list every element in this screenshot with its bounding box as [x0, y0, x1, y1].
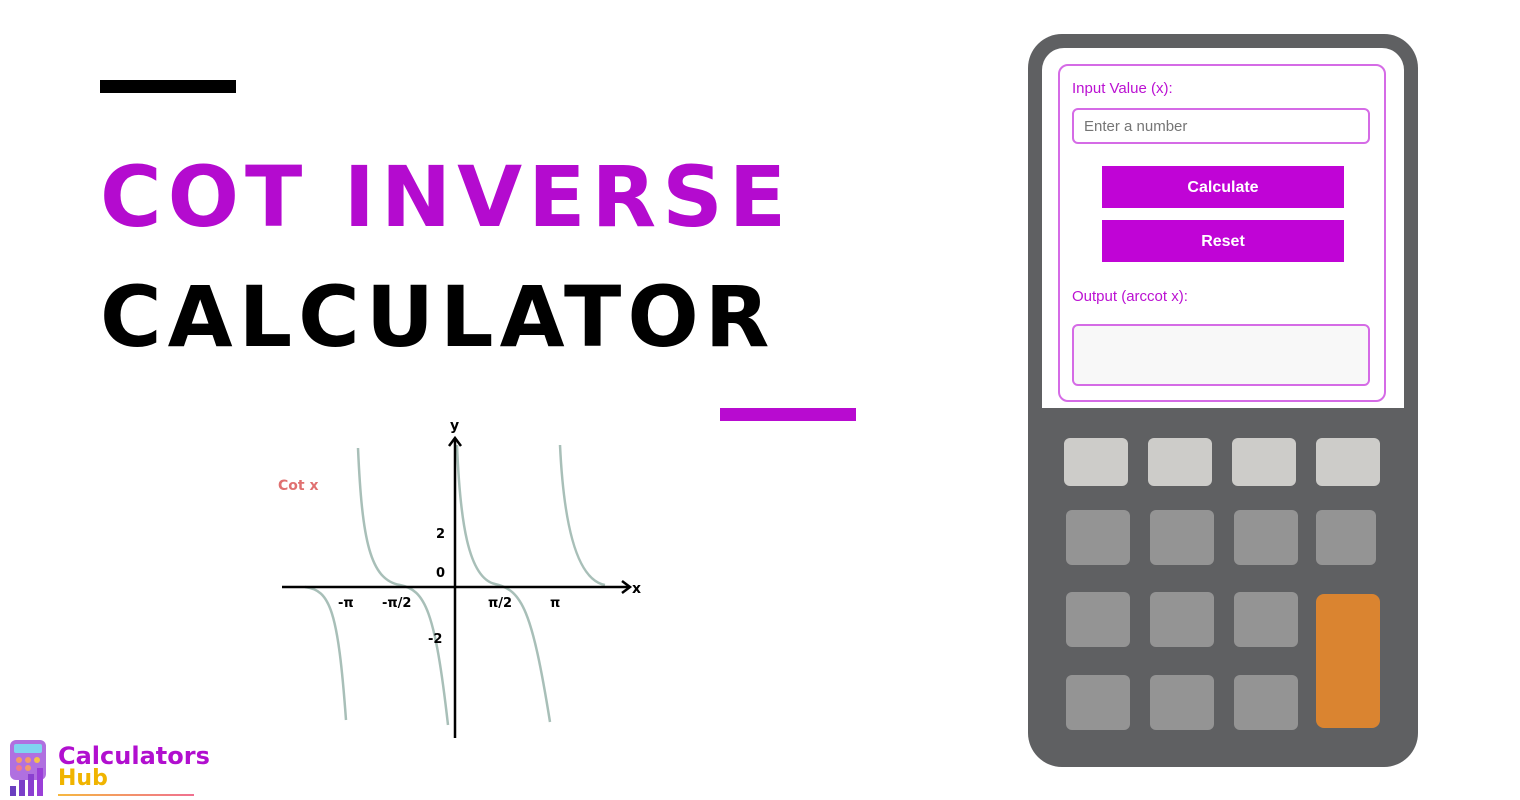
function-label: Cot x	[278, 478, 319, 494]
cot-branch-4	[558, 444, 606, 587]
page-title-line2: CALCULATOR	[100, 268, 776, 366]
calculators-hub-logo[interactable]: Calculators Hub	[6, 738, 210, 798]
page-title-line1: COT INVERSE	[100, 148, 793, 246]
calculator-key	[1232, 438, 1296, 486]
x-tick-neg-pi: -π	[338, 596, 354, 611]
calculator-form: Input Value (x): Calculate Reset Output …	[1058, 64, 1386, 402]
logo-underline	[58, 794, 194, 796]
calculator-key-equals	[1316, 594, 1380, 728]
y-tick-neg-2: -2	[428, 632, 442, 647]
calculator-key	[1316, 438, 1380, 486]
output-field	[1072, 324, 1370, 386]
calculator-key	[1316, 510, 1376, 565]
calculator-key	[1066, 675, 1130, 730]
logo-icon	[10, 740, 46, 796]
calculator-key	[1150, 675, 1214, 730]
calculator-key	[1150, 510, 1214, 565]
input-label: Input Value (x):	[1072, 80, 1173, 97]
cot-graph-illustration: Cot x x y -π -π/2 π/2 π 2 0 -2	[278, 418, 641, 738]
y-tick-2: 2	[436, 527, 445, 542]
y-tick-0: 0	[436, 566, 445, 581]
calculator-key	[1234, 510, 1298, 565]
output-label: Output (arccot x):	[1072, 288, 1188, 305]
calculator-key	[1066, 592, 1130, 647]
calculator-key	[1150, 592, 1214, 647]
cot-branch-3	[455, 444, 552, 723]
calculator-device: Input Value (x): Calculate Reset Output …	[1028, 34, 1418, 767]
reset-button[interactable]: Reset	[1102, 220, 1344, 262]
x-axis-label: x	[632, 581, 641, 597]
x-tick-half-pi: π/2	[488, 596, 512, 611]
decorative-bar-purple	[720, 408, 856, 421]
calculator-key	[1066, 510, 1130, 565]
input-value-field[interactable]	[1072, 108, 1370, 144]
calculator-key	[1234, 675, 1298, 730]
x-tick-pi: π	[550, 596, 560, 611]
calculator-screen: Input Value (x): Calculate Reset Output …	[1042, 48, 1404, 408]
calculate-button[interactable]: Calculate	[1102, 166, 1344, 208]
x-tick-neg-half-pi: -π/2	[382, 596, 411, 611]
calculator-key	[1148, 438, 1212, 486]
calculator-key	[1234, 592, 1298, 647]
decorative-bar-black	[100, 80, 236, 93]
y-axis-label: y	[450, 418, 459, 434]
calculator-key	[1064, 438, 1128, 486]
logo-text-hub: Hub	[58, 766, 108, 791]
